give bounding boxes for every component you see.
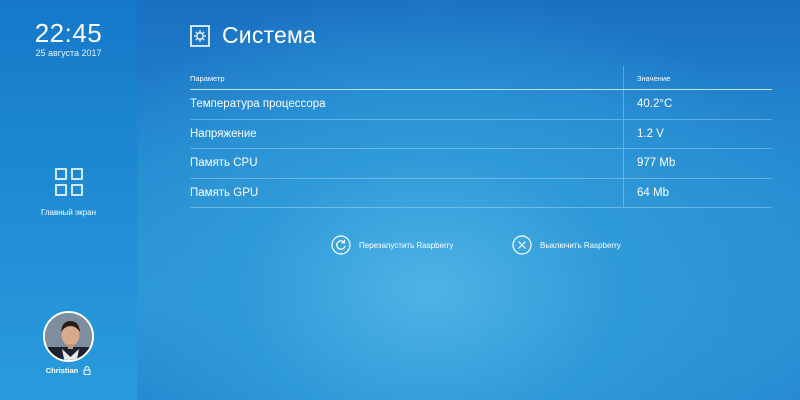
restart-button[interactable]: Перезапустить Raspberry xyxy=(331,235,453,255)
header-value: Значение xyxy=(637,74,671,83)
sidebar: 22:45 25 августа 2017 Главный экран Chri… xyxy=(0,0,137,400)
grid-icon xyxy=(54,168,83,196)
header-param: Параметр xyxy=(190,74,225,83)
row-param: Температура процессора xyxy=(190,98,326,110)
lock-icon[interactable] xyxy=(83,366,91,375)
user-photo xyxy=(45,313,92,360)
page-title: Система xyxy=(222,22,317,48)
row-value: 40.2°C xyxy=(637,98,673,110)
row-value: 64 Mb xyxy=(637,186,669,199)
clock-date: 25 августа 2017 xyxy=(35,48,102,58)
row-param: Память GPU xyxy=(190,186,259,199)
row-value: 977 Mb xyxy=(637,157,676,169)
table-row: Температура процессора 40.2°C xyxy=(190,90,772,120)
table-header: Параметр Значение xyxy=(190,66,772,90)
home-screen-button[interactable]: Главный экран xyxy=(10,168,127,232)
column-divider xyxy=(623,66,624,89)
table-row: Напряжение 1.2 V xyxy=(190,119,772,149)
settings-gear-icon xyxy=(190,24,210,47)
restart-label: Перезапустить Raspberry xyxy=(359,240,454,250)
row-param: Напряжение xyxy=(190,127,257,140)
restart-icon xyxy=(331,235,351,255)
system-info-table: Параметр Значение Температура процессора… xyxy=(190,66,772,208)
row-param: Память CPU xyxy=(190,157,258,169)
home-screen-label: Главный экран xyxy=(40,208,96,217)
avatar[interactable] xyxy=(43,311,94,362)
row-value: 1.2 V xyxy=(637,127,664,140)
actions-bar: Перезапустить Raspberry Выключить Raspbe… xyxy=(0,235,800,257)
table-row: Память GPU 64 Mb xyxy=(190,178,772,208)
column-divider xyxy=(623,149,624,178)
column-divider xyxy=(623,178,624,207)
user-name: Christian xyxy=(45,366,79,375)
page-header: Система xyxy=(190,22,316,49)
shutdown-label: Выключить Raspberry xyxy=(540,240,621,250)
clock-time: 22:45 xyxy=(34,18,103,48)
column-divider xyxy=(623,90,624,119)
user-row: Christian xyxy=(0,366,137,375)
table-row: Память CPU 977 Mb xyxy=(190,149,772,179)
column-divider xyxy=(623,119,624,148)
close-circle-icon xyxy=(512,235,532,255)
shutdown-button[interactable]: Выключить Raspberry xyxy=(512,235,621,255)
